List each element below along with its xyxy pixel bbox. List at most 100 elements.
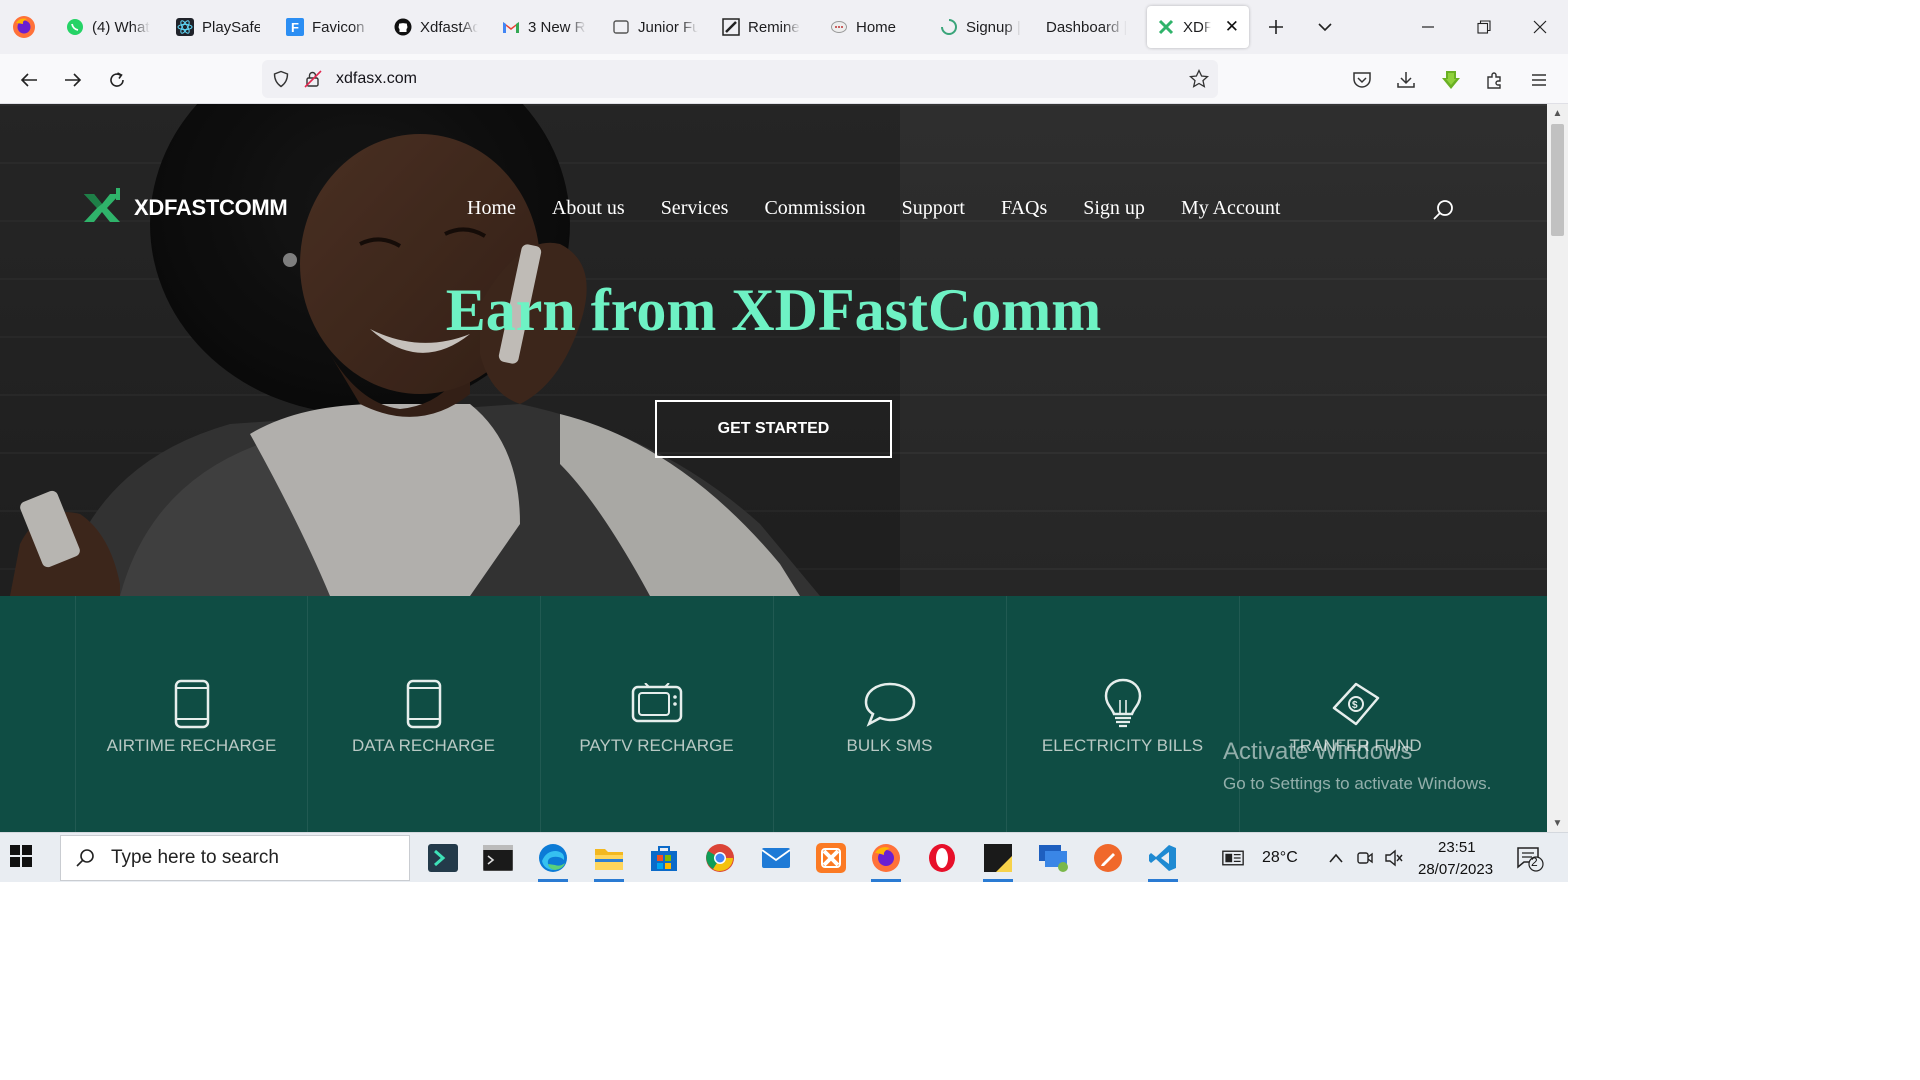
page-scrollbar[interactable]: ▲ ▼ xyxy=(1547,104,1568,832)
hero-woman-image xyxy=(0,104,900,596)
hero-title: Earn from XDFastComm xyxy=(445,277,1102,343)
forward-arrow-icon[interactable] xyxy=(57,64,89,96)
light-bulb-icon xyxy=(1097,678,1149,730)
xdf-icon xyxy=(1157,18,1175,36)
main-navigation: Home About us Services Commission Suppor… xyxy=(467,197,1280,220)
url-text[interactable]: xdfasx.com xyxy=(336,70,417,88)
tab-xdfastcomm-active[interactable]: XDFas ✕ xyxy=(1147,6,1249,48)
terminal-app-icon[interactable] xyxy=(479,839,517,877)
edge-app-icon[interactable] xyxy=(534,839,572,882)
search-icon[interactable] xyxy=(1432,198,1456,222)
firefox-app-icon[interactable] xyxy=(867,839,905,882)
scroll-up-arrow-icon[interactable]: ▲ xyxy=(1547,104,1568,122)
powershell-app-icon[interactable] xyxy=(424,839,462,877)
tab-signup[interactable]: Signup | xyxy=(930,6,1034,48)
tab-junior[interactable]: Junior Fu xyxy=(602,6,708,48)
taskbar-search-box[interactable]: Type here to search xyxy=(60,835,410,881)
tab-home[interactable]: Home xyxy=(820,6,924,48)
close-window-icon[interactable] xyxy=(1520,10,1560,44)
list-tabs-chevron-icon[interactable] xyxy=(1310,12,1340,42)
service-label: DATA RECHARGE xyxy=(352,736,495,755)
react-icon xyxy=(176,18,194,36)
opera-app-icon[interactable] xyxy=(923,839,961,877)
service-transfer-fund[interactable]: $ TRANFER FUND xyxy=(1239,596,1471,832)
money-transfer-icon: $ xyxy=(1330,678,1382,730)
new-tab-icon[interactable] xyxy=(1261,12,1291,42)
service-electricity-bills[interactable]: ELECTRICITY BILLS xyxy=(1006,596,1238,832)
show-hidden-icons-chevron-icon[interactable] xyxy=(1325,847,1347,869)
extensions-puzzle-icon[interactable] xyxy=(1481,66,1509,94)
nav-sign-up[interactable]: Sign up xyxy=(1083,197,1145,220)
back-arrow-icon[interactable] xyxy=(13,64,45,96)
clock-time[interactable]: 23:51 xyxy=(1438,839,1476,856)
windows-start-icon[interactable] xyxy=(10,845,36,871)
tab-whatsapp[interactable]: (4) What xyxy=(56,6,160,48)
search-placeholder: Type here to search xyxy=(111,847,279,868)
remote-desktop-app-icon[interactable] xyxy=(1034,839,1072,877)
xampp-app-icon[interactable] xyxy=(812,839,850,877)
tab-gmail[interactable]: 3 New R xyxy=(492,6,596,48)
download-extension-icon[interactable] xyxy=(1437,66,1465,94)
sticky-notes-app-icon[interactable] xyxy=(979,839,1017,882)
browser-toolbar: xdfasx.com xyxy=(0,54,1568,104)
browser-tab-strip: (4) What PlaySafe F Favicon ( XdfastAd 3… xyxy=(0,0,1568,54)
clock-date[interactable]: 28/07/2023 xyxy=(1418,861,1493,878)
minimize-icon[interactable] xyxy=(1408,10,1448,44)
file-explorer-app-icon[interactable] xyxy=(590,839,628,882)
tracking-shield-icon[interactable] xyxy=(270,68,292,90)
reload-icon[interactable] xyxy=(101,64,133,96)
logo-text: XDFASTCOMM xyxy=(134,195,288,220)
tab-dashboard[interactable]: Dashboard | xyxy=(1036,6,1142,48)
restore-icon[interactable] xyxy=(1464,10,1504,44)
get-started-button[interactable]: GET STARTED xyxy=(655,400,892,458)
nav-faqs[interactable]: FAQs xyxy=(1001,197,1047,220)
nav-commission[interactable]: Commission xyxy=(764,197,865,220)
downloads-icon[interactable] xyxy=(1392,66,1420,94)
pen-editor-app-icon[interactable] xyxy=(1089,839,1127,877)
tab-title: Favicon ( xyxy=(312,18,370,36)
nav-my-account[interactable]: My Account xyxy=(1181,197,1280,220)
temperature-text[interactable]: 28°C xyxy=(1262,849,1298,867)
firefox-icon[interactable] xyxy=(10,13,38,41)
service-bulk-sms[interactable]: BULK SMS xyxy=(773,596,1005,832)
service-paytv-recharge[interactable]: PAYTV RECHARGE xyxy=(540,596,772,832)
page-icon xyxy=(612,18,630,36)
tab-favicon[interactable]: F Favicon ( xyxy=(276,6,380,48)
service-airtime-recharge[interactable]: AIRTIME RECHARGE xyxy=(75,596,307,832)
scrollbar-thumb[interactable] xyxy=(1551,124,1564,236)
mobile-phone-icon xyxy=(166,678,218,730)
weather-icon[interactable] xyxy=(1222,847,1244,869)
address-bar[interactable]: xdfasx.com xyxy=(262,60,1218,98)
bookmark-star-icon[interactable] xyxy=(1188,68,1210,90)
tab-remine[interactable]: Remine xyxy=(712,6,816,48)
pocket-icon[interactable] xyxy=(1348,66,1376,94)
svg-text:$: $ xyxy=(1352,700,1358,711)
nav-services[interactable]: Services xyxy=(661,197,729,220)
mail-app-icon[interactable] xyxy=(757,839,795,877)
insecure-lock-icon[interactable] xyxy=(302,68,324,90)
watermark-title: Activate Windows xyxy=(1223,738,1413,765)
notification-center-icon[interactable]: 2 xyxy=(1515,845,1545,873)
close-tab-icon[interactable]: ✕ xyxy=(1225,17,1239,37)
service-data-recharge[interactable]: DATA RECHARGE xyxy=(307,596,539,832)
svg-text:F: F xyxy=(291,20,299,35)
nav-support[interactable]: Support xyxy=(902,197,965,220)
mobile-phone-icon xyxy=(398,678,450,730)
tab-github[interactable]: XdfastAd xyxy=(384,6,488,48)
tab-playsafe[interactable]: PlaySafe xyxy=(166,6,270,48)
vscode-app-icon[interactable] xyxy=(1144,839,1182,882)
service-label: BULK SMS xyxy=(846,736,933,755)
site-logo[interactable]: XDFASTCOMM xyxy=(80,186,288,230)
nav-about-us[interactable]: About us xyxy=(552,197,625,220)
nav-home[interactable]: Home xyxy=(467,197,516,220)
speaker-muted-icon[interactable] xyxy=(1383,847,1405,869)
meet-now-icon[interactable] xyxy=(1354,847,1376,869)
chrome-app-icon[interactable] xyxy=(701,839,739,877)
favicon-f-icon: F xyxy=(286,18,304,36)
tab-title: Dashboard | xyxy=(1046,18,1128,36)
tab-title: XdfastAd xyxy=(420,18,478,36)
menu-hamburger-icon[interactable] xyxy=(1525,66,1553,94)
windows-taskbar: Type here to search 28°C 23:51 28/07/202… xyxy=(0,832,1568,882)
scroll-down-arrow-icon[interactable]: ▼ xyxy=(1547,814,1568,832)
microsoft-store-app-icon[interactable] xyxy=(645,839,683,877)
